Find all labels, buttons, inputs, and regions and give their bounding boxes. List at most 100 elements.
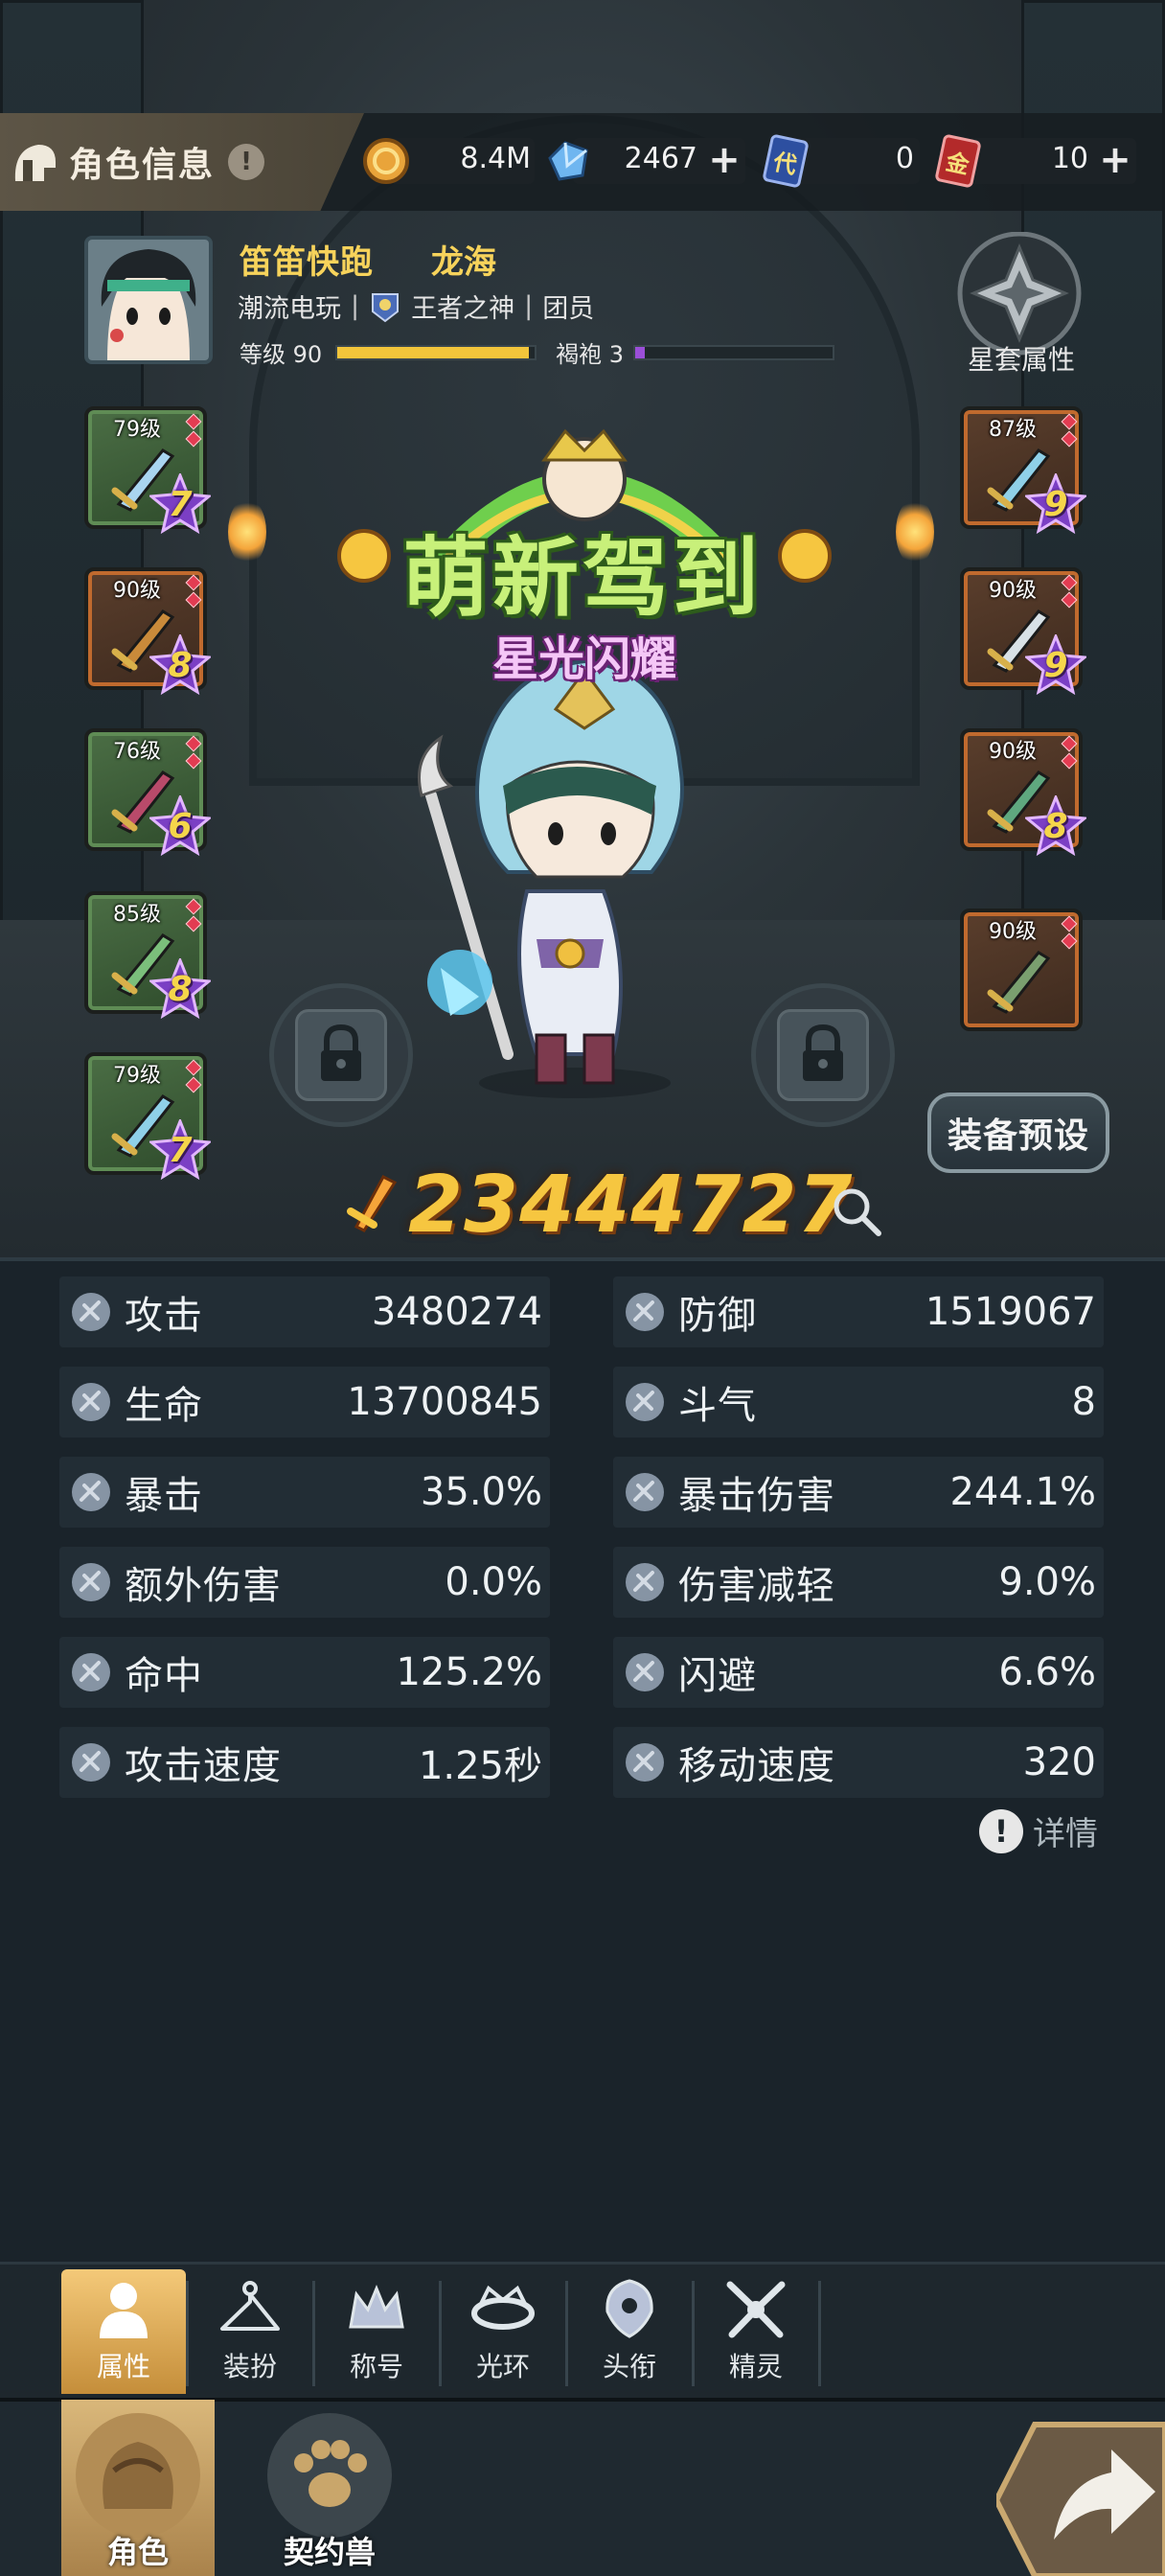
equipment-item-icon: [987, 951, 1051, 1014]
equipment-level: 76级: [113, 740, 161, 764]
equipment-slot-right-1[interactable]: 87级 9: [960, 406, 1086, 535]
crystal-icon: [548, 141, 588, 181]
bottom-tab-character[interactable]: 角色: [61, 2400, 215, 2576]
server-name: 龙海: [431, 243, 496, 282]
divider: |: [524, 291, 534, 321]
tab-hanger[interactable]: 装扮: [188, 2269, 312, 2394]
stat-value: 1.25秒: [418, 1744, 542, 1788]
search-icon[interactable]: [830, 1184, 883, 1238]
gem-icon: [185, 413, 202, 430]
lock-icon: [321, 1024, 361, 1081]
stat-label: 暴击伤害: [678, 1474, 835, 1518]
player-name: 笛笛快跑: [240, 243, 374, 282]
crown-icon: [349, 2285, 404, 2329]
set-attributes-label: 星套属性: [967, 344, 1075, 376]
gem-icon: [1061, 574, 1078, 591]
equipment-slot-left-3[interactable]: 76级 6: [84, 728, 211, 857]
banner-title: 萌新驾到: [402, 528, 763, 629]
ticket-jin-counter: 金 10 +: [934, 133, 1136, 189]
gem-icon: [1061, 735, 1078, 752]
stat-row: 额外伤害 0.0%: [59, 1547, 550, 1618]
bottom-tab-pet[interactable]: 契约兽: [253, 2400, 406, 2576]
add-crystal-button[interactable]: +: [703, 140, 745, 182]
stat-icon: [626, 1383, 664, 1421]
gem-icon: [185, 1076, 202, 1093]
tab-person[interactable]: 属性: [61, 2269, 186, 2394]
stat-value: 8: [1071, 1380, 1096, 1424]
stat-value: 244.1%: [949, 1470, 1096, 1514]
equipment-level: 85级: [113, 903, 161, 927]
avatar[interactable]: [84, 236, 213, 364]
star-badge: 7: [149, 473, 211, 535]
character-sprite: [418, 658, 684, 1098]
equipment-level: 79级: [113, 1064, 161, 1088]
stat-label: 生命: [125, 1384, 203, 1428]
stat-icon: [72, 1293, 110, 1331]
stat-icon: [626, 1473, 664, 1511]
equipment-level: 90级: [989, 920, 1037, 944]
locked-slot-left[interactable]: [269, 983, 413, 1127]
gem-icon: [185, 574, 202, 591]
equipment-level: 79级: [113, 418, 161, 442]
equipment-level: 90级: [989, 579, 1037, 603]
equipment-level: 87级: [989, 418, 1037, 442]
bottom-tab-label: 角色: [106, 2534, 169, 2570]
sword-icon: [347, 1175, 398, 1232]
stat-label: 移动速度: [678, 1744, 835, 1788]
stat-label: 攻击: [125, 1294, 203, 1338]
gem-icon: [185, 591, 202, 609]
tab-halo[interactable]: 光环: [441, 2269, 565, 2394]
stat-label: 闪避: [678, 1654, 757, 1698]
stat-icon: [72, 1653, 110, 1691]
star-count: 7: [168, 485, 193, 524]
stat-icon: [626, 1293, 664, 1331]
tab-crown[interactable]: 称号: [314, 2269, 439, 2394]
combat-power-row: 23444727: [0, 1160, 1165, 1255]
info-icon[interactable]: !: [228, 144, 265, 180]
tab-label: 装扮: [222, 2351, 277, 2382]
star-count: 8: [1043, 807, 1068, 846]
tab-emblem[interactable]: 头衔: [567, 2269, 692, 2394]
add-jin-ticket-button[interactable]: +: [1094, 140, 1136, 182]
equipment-slot-left-5[interactable]: 79级 7: [84, 1052, 211, 1181]
stat-row: 生命 13700845: [59, 1367, 550, 1438]
left-torch: [228, 498, 266, 565]
gem-icon: [1061, 932, 1078, 950]
gold-coin-icon: [363, 138, 409, 184]
star-badge: 6: [149, 795, 211, 857]
tab-divider: [818, 2281, 821, 2386]
star-count: 6: [168, 807, 193, 846]
gem-icon: [185, 1059, 202, 1076]
right-torch: [896, 498, 934, 565]
stat-row: 防御 1519067: [613, 1276, 1104, 1347]
details-link[interactable]: ! 详情: [979, 1807, 1098, 1854]
tab-fairy[interactable]: 精灵: [694, 2269, 818, 2394]
gold-counter: 8.4M: [362, 134, 535, 188]
tab-label: 头衔: [602, 2351, 656, 2382]
guild-emblem-icon: [372, 292, 400, 322]
locked-slot-right[interactable]: [751, 983, 895, 1127]
gold-value: 8.4M: [460, 142, 531, 175]
stat-label: 攻击速度: [125, 1744, 282, 1788]
equipment-slot-left-1[interactable]: 79级 7: [84, 406, 211, 535]
robe-label: 褐袍 3: [556, 341, 625, 368]
stat-row: 斗气 8: [613, 1367, 1104, 1438]
gem-icon: [1061, 430, 1078, 448]
equipment-slot-right-3[interactable]: 90级 8: [960, 728, 1086, 857]
halo-icon: [471, 2285, 535, 2330]
emblem-icon: [605, 2279, 653, 2338]
guild-role: 团员: [542, 294, 595, 324]
gem-icon: [185, 752, 202, 770]
stat-value: 0.0%: [445, 1560, 542, 1604]
equipment-slot-left-2[interactable]: 90级 8: [84, 567, 211, 696]
stat-value: 13700845: [347, 1380, 542, 1424]
banner-subtitle: 星光闪耀: [491, 632, 676, 686]
equipment-slot-right-4[interactable]: 90级: [960, 908, 1083, 1031]
equipment-slot-right-2[interactable]: 90级 9: [960, 567, 1086, 696]
guild-name[interactable]: 王者之神: [411, 288, 514, 325]
equipment-slot-left-4[interactable]: 85级 8: [84, 891, 211, 1020]
character-head-icon: [76, 2413, 200, 2538]
star-badge: 9: [1025, 473, 1086, 535]
gem-icon: [185, 430, 202, 448]
share-arrow-button[interactable]: [996, 2415, 1165, 2576]
